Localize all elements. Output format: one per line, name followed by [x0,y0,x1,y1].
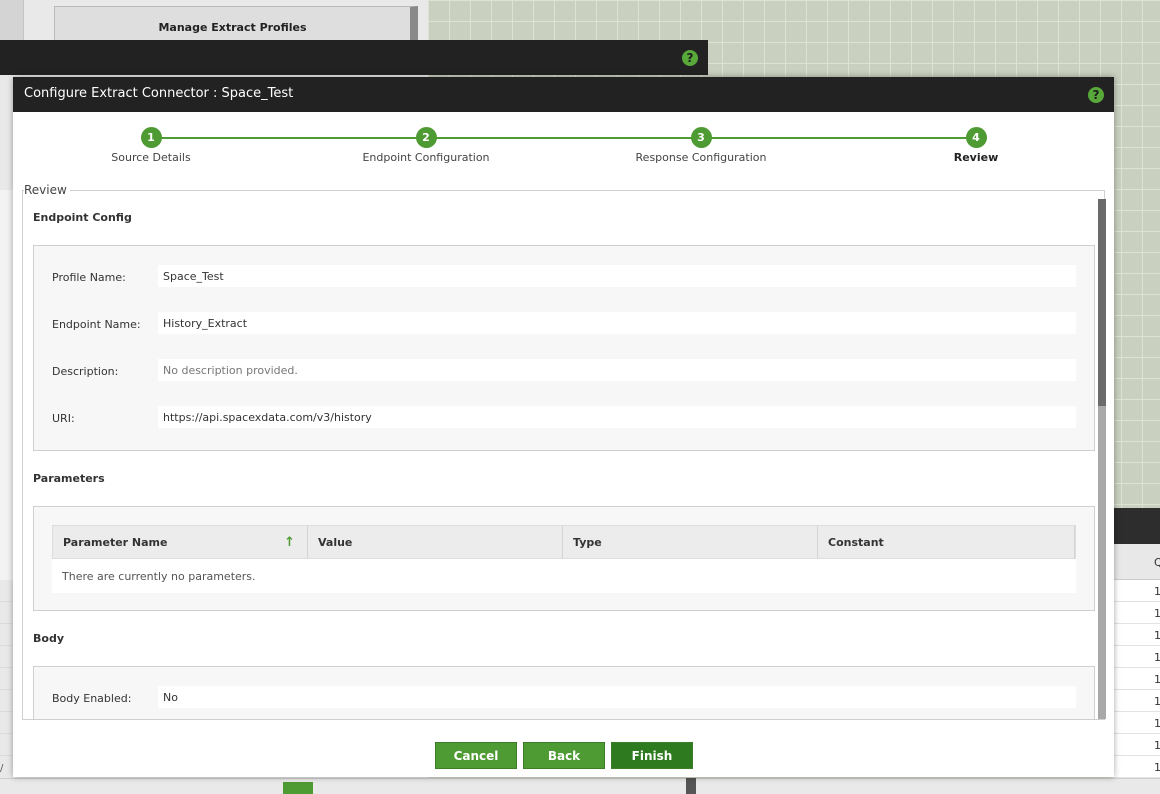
body-panel: Body Enabled: No [33,666,1095,719]
background-bottom-button [283,782,313,794]
manage-extract-profiles-header: Manage Extract Profiles [54,6,418,42]
wizard-step-response-configuration[interactable]: 3 Response Configuration [621,127,781,164]
step-label: Source Details [111,151,191,164]
step-label: Endpoint Configuration [362,151,490,164]
up-arrow-icon[interactable]: ↑ [284,535,295,550]
wizard-steps: 1 Source Details 2 Endpoint Configuratio… [13,112,1114,187]
step-number-badge: 3 [690,127,712,148]
review-fieldset: Review Endpoint Config Profile Name: Spa… [22,183,1106,720]
background-text-fragment: / [0,763,4,774]
endpoint-name-label: Endpoint Name: [52,318,141,331]
profile-name-value: Space_Test [158,265,1076,287]
uri-value: https://api.spacexdata.com/v3/history [158,406,1076,428]
background-bottom-divider [686,778,696,794]
wizard-step-source-details[interactable]: 1 Source Details [71,127,231,164]
body-title: Body [33,632,64,645]
description-value: No description provided. [158,359,1076,381]
scrollbar-thumb[interactable] [1098,199,1106,406]
step-label: Review [953,151,999,164]
vertical-scrollbar[interactable] [1098,199,1106,719]
manage-extract-profiles-title: Manage Extract Profiles [158,21,307,34]
step-number-badge: 4 [965,127,987,148]
step-number-badge: 1 [140,127,162,148]
review-scroll-area[interactable]: Endpoint Config Profile Name: Space_Test… [23,191,1095,719]
background-table: Q 1 1 1 1 1 1 1 1 1 [1114,544,1160,778]
parameters-empty-message: There are currently no parameters. [52,559,1076,593]
finish-button[interactable]: Finish [611,742,693,769]
configure-extract-connector-dialog: Configure Extract Connector : Space_Test… [13,77,1114,777]
cancel-button[interactable]: Cancel [435,742,517,769]
body-enabled-label: Body Enabled: [52,692,132,705]
parameters-panel: Parameter Name ↑ Value Type Constant The… [33,506,1095,611]
background-table-row: 1 [1114,646,1160,668]
dialog-title: Configure Extract Connector : Space_Test [24,86,294,101]
profile-name-label: Profile Name: [52,271,126,284]
background-left-rows [0,580,14,780]
background-table-header: Q [1114,544,1160,580]
step-number-badge: 2 [415,127,437,148]
background-table-row: 1 [1114,602,1160,624]
background-table-row: 1 [1114,690,1160,712]
endpoint-config-panel: Profile Name: Space_Test Endpoint Name: … [33,245,1095,451]
background-table-row: 1 [1114,668,1160,690]
column-header-label: Parameter Name [63,536,168,549]
body-enabled-value: No [158,686,1076,708]
column-header-type[interactable]: Type [563,526,818,558]
background-table-row: 1 [1114,712,1160,734]
help-icon[interactable]: ? [1088,87,1104,103]
background-dark-bar [1114,508,1160,544]
background-table-row: 1 [1114,734,1160,756]
step-label: Response Configuration [635,151,767,164]
background-dialog-header: ? [0,40,708,75]
background-table-row: 1 [1114,756,1160,778]
parameters-table-header: Parameter Name ↑ Value Type Constant [52,525,1076,559]
background-table-row: 1 [1114,580,1160,602]
description-label: Description: [52,365,119,378]
background-bottom-bar [0,778,1160,794]
uri-label: URI: [52,412,75,425]
wizard-progress-line [151,137,977,139]
endpoint-config-title: Endpoint Config [33,211,132,224]
background-table-row: 1 [1114,624,1160,646]
parameters-table: Parameter Name ↑ Value Type Constant The… [52,525,1076,593]
wizard-step-endpoint-configuration[interactable]: 2 Endpoint Configuration [346,127,506,164]
background-side-tab [0,0,24,40]
column-header-constant[interactable]: Constant [818,526,1075,558]
endpoint-name-value: History_Extract [158,312,1076,334]
wizard-step-review[interactable]: 4 Review [896,127,1056,164]
parameters-title: Parameters [33,472,105,485]
dialog-header: Configure Extract Connector : Space_Test… [13,77,1114,112]
background-left-strip [0,190,14,580]
help-icon[interactable]: ? [682,50,698,66]
back-button[interactable]: Back [523,742,605,769]
column-header-parameter-name[interactable]: Parameter Name ↑ [53,526,308,558]
column-header-value[interactable]: Value [308,526,563,558]
